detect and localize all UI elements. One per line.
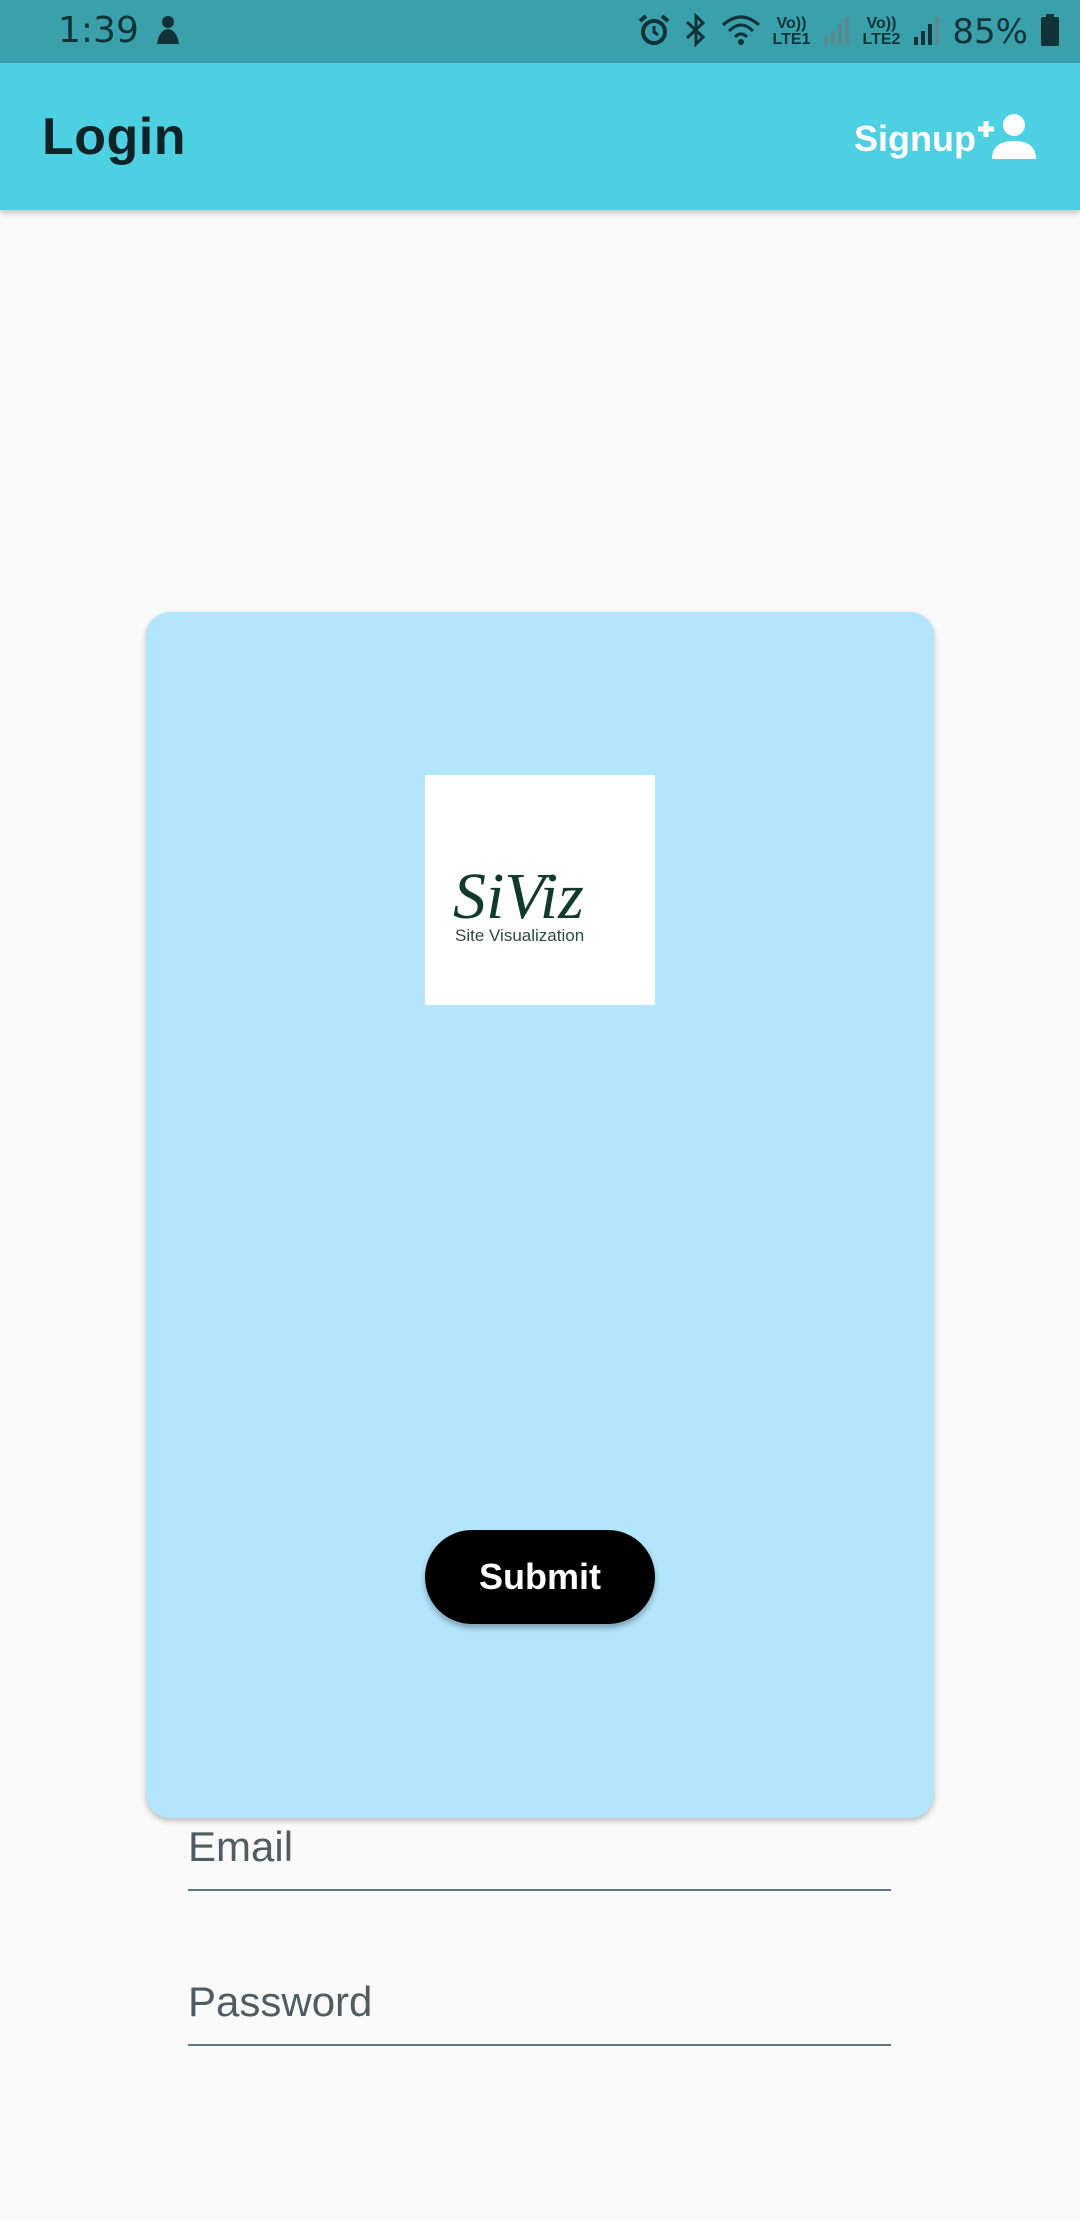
alarm-icon bbox=[637, 13, 671, 52]
notification-icon bbox=[153, 14, 183, 53]
status-bar: 1:39 Vo)) LTE1 Vo)) LTE2 85% bbox=[0, 0, 1080, 63]
bluetooth-icon bbox=[683, 11, 709, 52]
password-input[interactable] bbox=[188, 1978, 891, 2026]
email-input[interactable] bbox=[188, 1823, 891, 1871]
battery-percent: 85% bbox=[952, 12, 1028, 52]
person-add-icon bbox=[976, 111, 1040, 168]
lte2-indicator: Vo)) LTE2 bbox=[862, 15, 901, 48]
svg-text:Site Visualization: Site Visualization bbox=[455, 926, 584, 945]
svg-text:SiViz: SiViz bbox=[453, 860, 584, 933]
lte1-indicator: Vo)) LTE1 bbox=[772, 15, 811, 48]
signup-button[interactable]: Signup bbox=[854, 109, 1040, 169]
password-field[interactable] bbox=[188, 1934, 891, 2046]
login-card: SiViz Site Visualization bbox=[146, 612, 934, 2046]
status-icons: Vo)) LTE1 Vo)) LTE2 85% bbox=[637, 8, 1060, 56]
app-bar: Login Signup bbox=[0, 63, 1080, 210]
siviz-logo: SiViz Site Visualization bbox=[425, 775, 655, 1005]
status-time: 1:39 bbox=[58, 10, 139, 51]
email-field[interactable] bbox=[188, 1779, 891, 1891]
wifi-icon bbox=[721, 13, 761, 52]
signal-icon bbox=[822, 15, 850, 50]
submit-button[interactable]: Submit bbox=[425, 1530, 655, 1624]
battery-icon bbox=[1040, 13, 1060, 52]
page-title: Login bbox=[42, 108, 187, 166]
signal-icon bbox=[912, 15, 940, 50]
signup-label: Signup bbox=[854, 118, 976, 159]
